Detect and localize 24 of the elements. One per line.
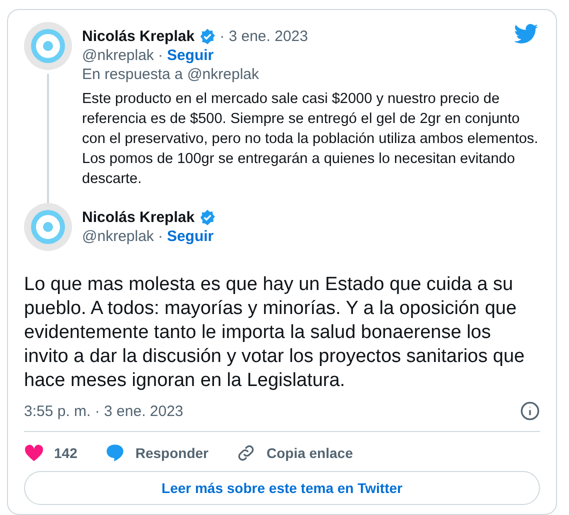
copy-link-button[interactable]: Copia enlace bbox=[236, 443, 361, 463]
bird-icon[interactable] bbox=[514, 24, 538, 44]
tweet-text: Este producto en el mercado sale casi $2000 y nuestro precio de referencia es de $500. Siempre se entregó el gel de 2gr en conjunto con el preservativo, pero no toda la población utiliza ambos elementos. Los pomos de 100gr se entregarán a quienes lo necesitan evitando descarte. bbox=[82, 90, 540, 189]
follow-link[interactable]: Seguir bbox=[166, 228, 214, 245]
heart-icon bbox=[24, 444, 44, 462]
tweet-date: · 3 ene. 2023 bbox=[220, 28, 308, 45]
tweet-text: Lo que mas molesta es que hay un Estado que cuida a su pueblo. A todos: mayorías y minorías. Y a la oposición que evidentemente tanto le importa la salud bonaerense los invito a dar la discusión y votar los proyectos sanitarios que hace meses ignoran en la Legislatura. bbox=[24, 273, 526, 393]
avatar[interactable] bbox=[24, 22, 72, 70]
follow-link[interactable]: Seguir bbox=[166, 47, 214, 64]
link-icon bbox=[236, 443, 256, 463]
avatar[interactable] bbox=[24, 203, 72, 251]
reply-button[interactable]: Responder bbox=[105, 443, 216, 463]
author-name[interactable]: Nicolás Kreplak bbox=[82, 28, 195, 45]
timestamp[interactable]: 3:55 p. m. · 3 ene. 2023 bbox=[24, 402, 184, 420]
speech-bubble-icon bbox=[105, 443, 126, 463]
info-icon[interactable] bbox=[520, 401, 540, 421]
author-handle[interactable]: @nkreplak bbox=[82, 47, 154, 64]
author-handle[interactable]: @nkreplak bbox=[82, 228, 154, 245]
reply-context: En respuesta a @nkreplak bbox=[82, 66, 259, 83]
like-button[interactable]: 142 bbox=[24, 443, 86, 463]
author-name[interactable]: Nicolás Kreplak bbox=[82, 209, 195, 226]
read-more-button[interactable]: Leer más sobre este tema en Twitter bbox=[24, 471, 540, 505]
separator: · bbox=[158, 228, 163, 245]
separator: · bbox=[158, 47, 163, 64]
